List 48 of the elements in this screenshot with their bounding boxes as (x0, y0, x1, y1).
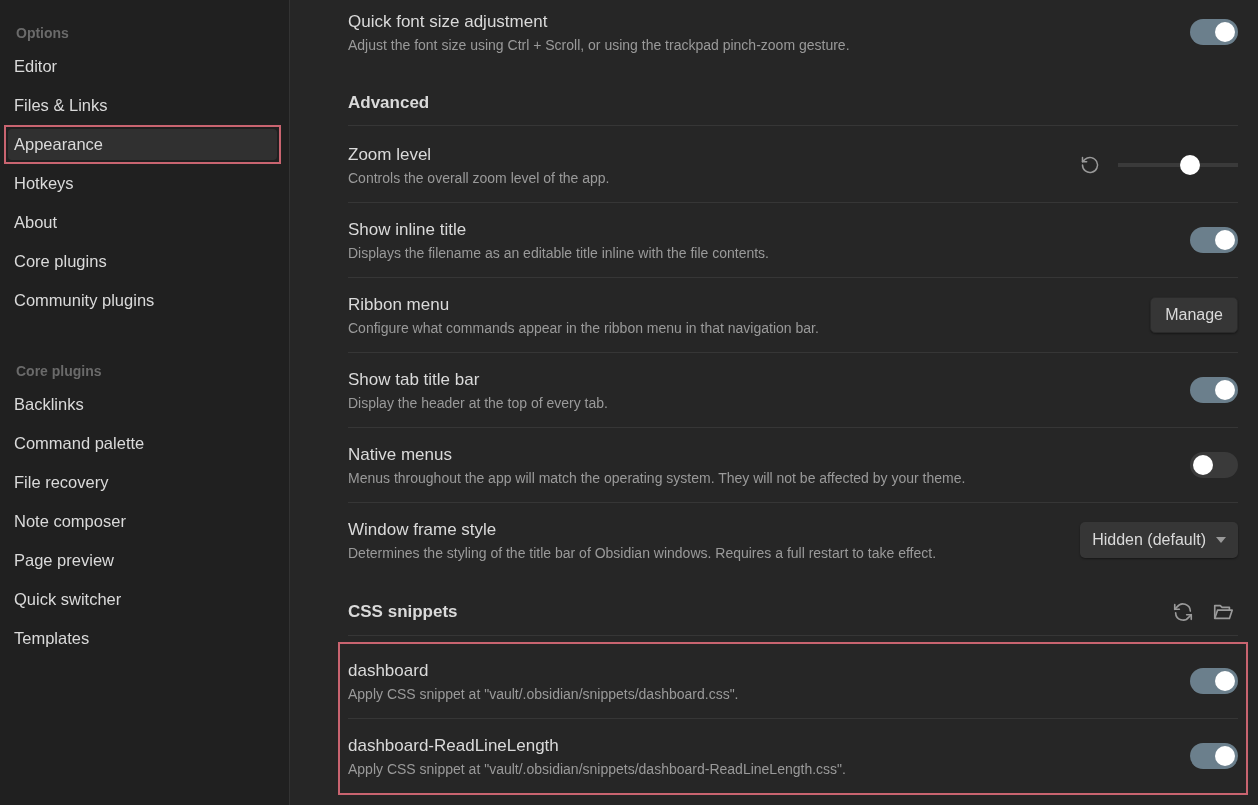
sidebar-heading: Options (15, 24, 70, 43)
toggle-switch[interactable] (1190, 668, 1238, 694)
sidebar-item[interactable]: Command palette (8, 428, 277, 459)
sidebar-heading: Core plugins (15, 362, 103, 381)
sidebar-item[interactable]: Files & Links (8, 90, 277, 121)
sidebar-item[interactable]: Appearance (8, 129, 277, 160)
setting-description: Apply CSS snippet at "vault/.obsidian/snippets/dashboard.css". (348, 685, 739, 702)
sidebar-item[interactable]: File recovery (8, 467, 277, 498)
sidebar-item[interactable]: About (8, 207, 277, 238)
sidebar-item[interactable]: Backlinks (8, 389, 277, 420)
section-heading: Advanced (348, 93, 430, 113)
caret-icon (1216, 537, 1226, 543)
toggle-switch[interactable] (1190, 227, 1238, 253)
setting-description: Displays the filename as an editable title inline with the file contents. (348, 244, 769, 261)
toggle-switch[interactable] (1190, 743, 1238, 769)
setting-description: Apply CSS snippet at "vault/.obsidian/snippets/dashboard-ReadLineLength.css". (348, 760, 846, 777)
setting-description: Menus throughout the app will match the operating system. They will not be affected by your theme. (348, 469, 966, 486)
dropdown[interactable]: Hidden (default) (1080, 522, 1238, 558)
setting-description: Configure what commands appear in the ribbon menu in that navigation bar. (348, 319, 819, 336)
sidebar-item[interactable]: Templates (8, 623, 277, 654)
reset-icon[interactable] (1080, 155, 1100, 175)
setting-name: Show inline title (348, 219, 468, 240)
setting-name: Window frame style (348, 519, 498, 540)
sidebar-item[interactable]: Quick switcher (8, 584, 277, 615)
setting-description: Controls the overall zoom level of the app. (348, 169, 610, 186)
section-heading: CSS snippets (348, 602, 458, 622)
sidebar-item[interactable]: Community plugins (8, 285, 277, 316)
setting-name: Ribbon menu (348, 294, 451, 315)
slider-thumb[interactable] (1180, 155, 1200, 175)
toggle-switch[interactable] (1190, 377, 1238, 403)
sidebar-item[interactable]: Page preview (8, 545, 277, 576)
sidebar-item[interactable]: Hotkeys (8, 168, 277, 199)
sidebar-item[interactable]: Note composer (8, 506, 277, 537)
setting-description: Adjust the font size using Ctrl + Scroll, or using the trackpad pinch-zoom gesture. (348, 36, 850, 53)
reload-icon[interactable] (1172, 601, 1194, 623)
setting-description: Display the header at the top of every tab. (348, 394, 608, 411)
setting-name: Quick font size adjustment (348, 11, 549, 32)
manage-button[interactable]: Manage (1150, 297, 1238, 333)
setting-name: Zoom level (348, 144, 433, 165)
setting-description: Determines the styling of the title bar of Obsidian windows. Requires a full restart to take effect. (348, 544, 937, 561)
toggle-switch[interactable] (1190, 19, 1238, 45)
toggle-switch[interactable] (1190, 452, 1238, 478)
setting-name: Show tab title bar (348, 369, 481, 390)
setting-name: dashboard (348, 660, 430, 681)
sidebar-item[interactable]: Core plugins (8, 246, 277, 277)
setting-name: dashboard-ReadLineLength (348, 735, 560, 756)
setting-name: Native menus (348, 444, 453, 465)
sidebar-item[interactable]: Editor (8, 51, 277, 82)
